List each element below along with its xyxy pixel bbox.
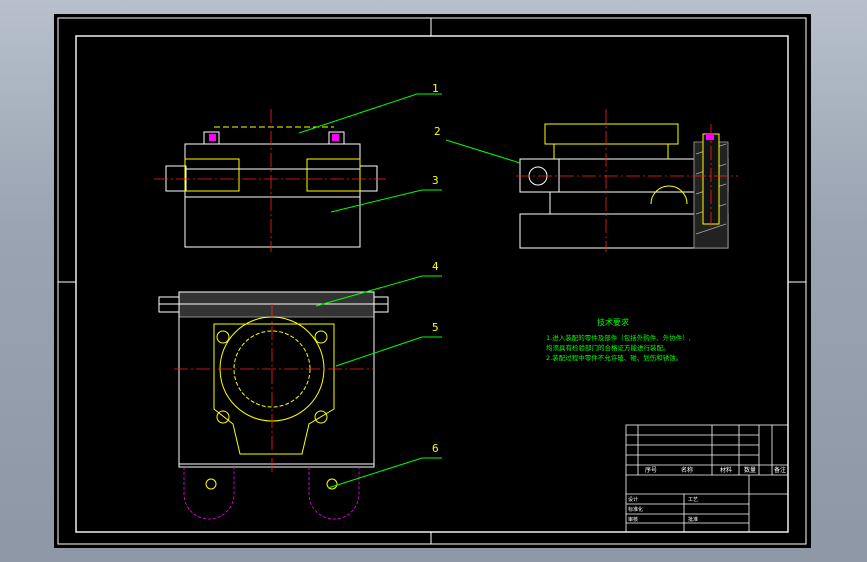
notes-title: 技术要求 (597, 317, 629, 327)
balloon-4: 4 (432, 260, 439, 273)
balloon-6: 6 (432, 442, 439, 455)
cad-drawing: 1 2 3 4 5 6 技术要求 1.进入装配的零件及部件（包括外购件、外协件）… (57, 17, 807, 545)
plan-view (158, 291, 389, 520)
tb-name: 名称 (681, 466, 693, 474)
title-block-header: 序号 名称 材料 数量 备注 (645, 466, 786, 474)
balloon-1: 1 (432, 82, 439, 95)
notes-line-1: 1.进入装配的零件及部件（包括外购件、外协件）, (546, 333, 691, 342)
balloon-5: 5 (432, 321, 439, 334)
balloon-3: 3 (432, 174, 439, 187)
technical-notes: 技术要求 1.进入装配的零件及部件（包括外购件、外协件）, 均须具有检验部门的合… (546, 317, 691, 362)
tb-review: 审核 (628, 516, 638, 523)
tb-approve: 批准 (688, 516, 698, 523)
notes-line-2: 均须具有检验部门的合格证方能进行装配。 (546, 343, 670, 352)
title-block (625, 424, 789, 533)
leader-lines (298, 93, 521, 489)
tb-standard: 标准化 (628, 506, 643, 513)
tb-designer: 设计 (628, 496, 638, 503)
tb-process: 工艺 (688, 497, 698, 503)
tb-qty: 数量 (744, 466, 756, 474)
side-view (516, 109, 738, 252)
balloon-labels: 1 2 3 4 5 6 (432, 82, 441, 455)
balloon-2: 2 (434, 125, 441, 138)
notes-line-3: 2.装配过程中零件不允许磕、碰、划伤和锈蚀。 (546, 353, 682, 362)
tb-material: 材料 (720, 466, 732, 474)
drawing-canvas[interactable]: 1 2 3 4 5 6 技术要求 1.进入装配的零件及部件（包括外购件、外协件）… (54, 14, 811, 548)
front-view (154, 109, 386, 252)
title-block-signoffs: 设计 标准化 审核 工艺 批准 (628, 496, 698, 523)
tb-remark: 备注 (774, 466, 786, 474)
tb-seq: 序号 (645, 466, 657, 474)
